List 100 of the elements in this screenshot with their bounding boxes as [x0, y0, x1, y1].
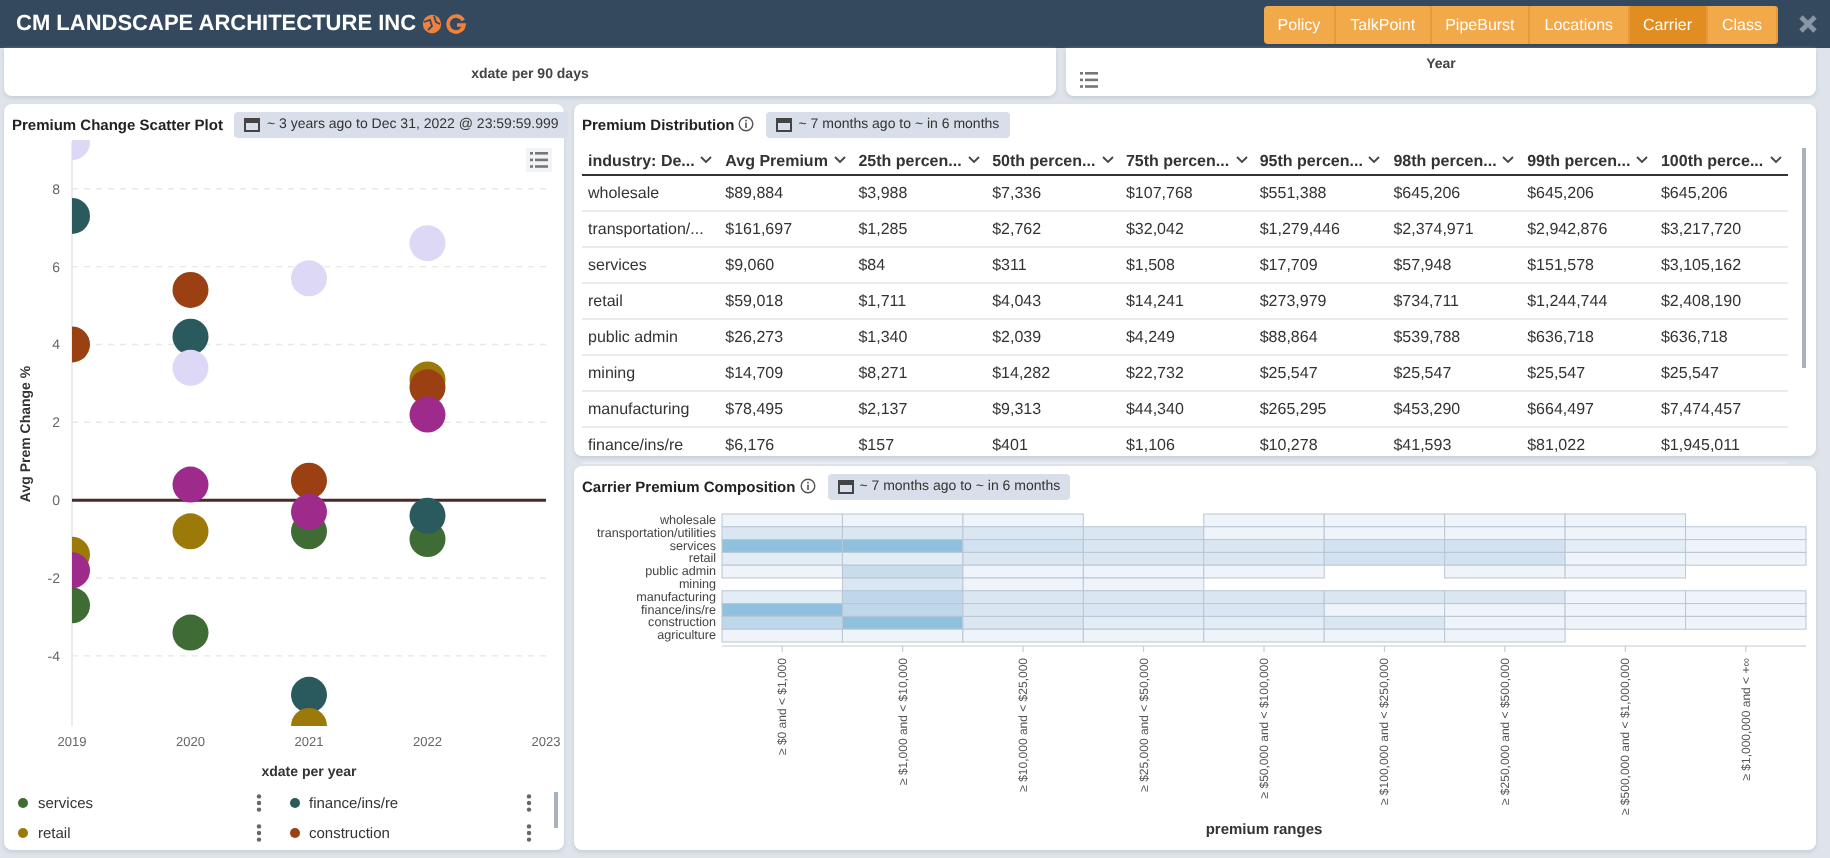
chevron-icon	[1235, 156, 1248, 165]
table-cell: $1,285	[852, 211, 987, 247]
globe-icon[interactable]	[422, 14, 443, 34]
bubble	[72, 197, 90, 234]
table-cell: $25,547	[1654, 355, 1788, 391]
column-header[interactable]: 99th percen...	[1521, 146, 1655, 175]
table-cell: $2,039	[986, 319, 1120, 355]
table-cell: $4,043	[986, 283, 1120, 319]
bubble	[409, 396, 446, 433]
table-cell: $59,018	[719, 283, 853, 319]
table-cell: finance/ins/re	[582, 427, 720, 463]
table-cell: $9,060	[719, 247, 853, 283]
bubble	[72, 140, 90, 160]
table-cell: $22,732	[1119, 355, 1254, 391]
table-cell: $1,508	[1119, 247, 1254, 283]
table-cell: $44,340	[1119, 391, 1254, 427]
column-header[interactable]: 95th percen...	[1253, 146, 1388, 175]
calendar-icon	[776, 116, 793, 132]
table-cell: $10,278	[1253, 427, 1388, 463]
column-header[interactable]: 25th percen...	[852, 146, 987, 175]
table-cell: $6,176	[719, 427, 853, 463]
table-cell: $2,942,876	[1521, 211, 1655, 247]
more-icon[interactable]	[255, 824, 261, 842]
bubble	[72, 326, 90, 363]
scrollbar[interactable]	[554, 792, 558, 828]
table-cell: $7,474,457	[1654, 391, 1788, 427]
table-cell: wholesale	[582, 175, 720, 211]
table-cell: $81,022	[1521, 427, 1655, 463]
table-cell: $161,697	[719, 211, 853, 247]
table-cell: $1,711	[852, 283, 987, 319]
bubble	[291, 462, 327, 499]
table-cell: $25,547	[1521, 355, 1655, 391]
table-cell: $636,718	[1521, 319, 1655, 355]
table-cell: mining	[582, 355, 720, 391]
table-cell: $664,497	[1521, 391, 1655, 427]
scrollbar[interactable]	[1802, 148, 1806, 368]
table-cell: $14,709	[719, 355, 853, 391]
chevron-icon	[1636, 156, 1649, 165]
table-cell: $3,217,720	[1654, 211, 1788, 247]
table-cell: $88,864	[1253, 319, 1388, 355]
calendar-icon	[837, 478, 854, 494]
more-icon[interactable]	[255, 794, 261, 812]
list-icon[interactable]	[1080, 72, 1098, 88]
table-cell: $2,408,190	[1654, 283, 1788, 319]
table-cell: $107,768	[1119, 175, 1254, 211]
table-cell: $84	[852, 247, 987, 283]
table-cell: $41,593	[1387, 427, 1522, 463]
info-icon[interactable]	[738, 116, 755, 132]
table-cell: $645,206	[1654, 175, 1788, 211]
table-cell: $4,249	[1119, 319, 1254, 355]
bubble	[291, 260, 327, 297]
bubble	[172, 271, 209, 308]
table-cell: $89,884	[719, 175, 853, 211]
table-cell: $17,709	[1253, 247, 1388, 283]
column-header[interactable]: industry: De...	[582, 146, 720, 175]
bubble	[172, 614, 209, 651]
column-header[interactable]: Avg Premium	[719, 146, 853, 175]
close-icon[interactable]	[1798, 14, 1818, 34]
chevron-icon	[700, 156, 713, 165]
bubble	[172, 318, 209, 355]
table-cell: $1,279,446	[1253, 211, 1388, 247]
bubble	[172, 513, 209, 550]
more-icon[interactable]	[526, 824, 532, 842]
table-cell: $8,271	[852, 355, 987, 391]
bubble	[72, 552, 90, 589]
table-cell: $636,718	[1654, 319, 1788, 355]
table-cell: $2,137	[852, 391, 987, 427]
table-cell: $32,042	[1119, 211, 1254, 247]
more-icon[interactable]	[526, 794, 532, 812]
column-header[interactable]: 98th percen...	[1387, 146, 1522, 175]
table-cell: $453,290	[1387, 391, 1522, 427]
table-cell: $1,945,011	[1654, 427, 1788, 463]
table-cell: $311	[986, 247, 1120, 283]
table-cell: $1,106	[1119, 427, 1254, 463]
table-cell: retail	[582, 283, 720, 319]
column-header[interactable]: 100th perce...	[1654, 146, 1788, 175]
list-icon[interactable]	[530, 152, 548, 168]
table-cell: $273,979	[1253, 283, 1388, 319]
table-cell: $26,273	[719, 319, 853, 355]
table-cell: $401	[986, 427, 1120, 463]
column-header[interactable]: 75th percen...	[1119, 146, 1254, 175]
window-title: CM LANDSCAPE ARCHITECTURE INC	[16, 12, 417, 36]
calendar-icon	[244, 116, 261, 132]
table-cell: $3,988	[852, 175, 987, 211]
table-cell: $645,206	[1521, 175, 1655, 211]
table-cell: $539,788	[1387, 319, 1522, 355]
table-cell: $734,711	[1387, 283, 1522, 319]
chevron-icon	[833, 156, 846, 165]
chevron-icon	[1368, 156, 1381, 165]
table-cell: services	[582, 247, 720, 283]
table-cell: $78,495	[719, 391, 853, 427]
bubble	[409, 497, 446, 534]
table-cell: $551,388	[1253, 175, 1388, 211]
table-cell: $265,295	[1253, 391, 1388, 427]
info-icon[interactable]	[799, 478, 816, 494]
table-cell: $14,241	[1119, 283, 1254, 319]
table-cell: $1,244,744	[1521, 283, 1655, 319]
column-header[interactable]: 50th percen...	[986, 146, 1120, 175]
table-cell: $2,374,971	[1387, 211, 1522, 247]
bubble	[291, 493, 327, 530]
